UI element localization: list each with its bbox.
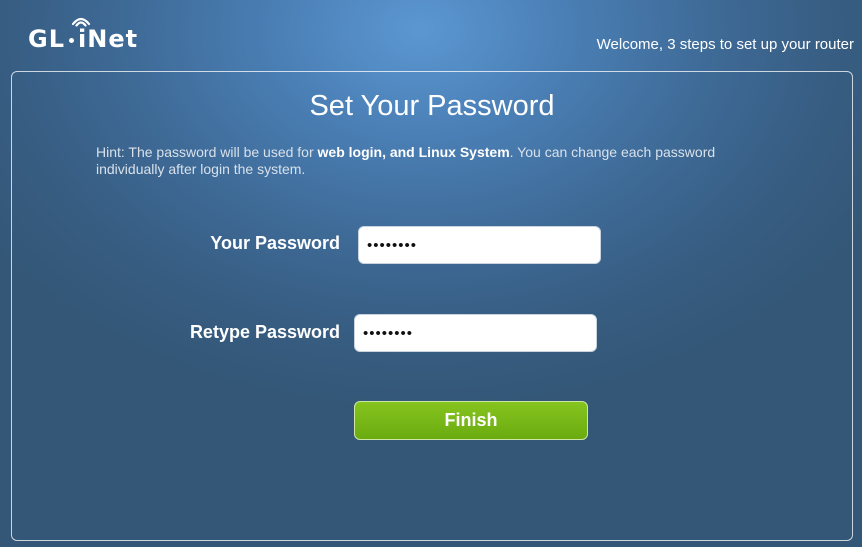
retype-password-input[interactable] xyxy=(354,314,597,352)
hint-bold: web login, and Linux System xyxy=(317,144,510,160)
password-input[interactable] xyxy=(358,226,601,264)
page-title: Set Your Password xyxy=(309,90,555,122)
password-hint: Hint: The password will be used for web … xyxy=(96,144,786,178)
retype-password-label: Retype Password xyxy=(189,322,340,342)
welcome-message: Welcome, 3 steps to set up your router xyxy=(596,36,854,53)
gl-inet-logo: GL iNet xyxy=(28,17,139,56)
wifi-icon xyxy=(71,17,91,27)
logo-dot xyxy=(69,38,74,43)
logo-inet-wrap: iNet xyxy=(71,17,139,56)
hint-prefix: Hint: The password will be used for xyxy=(96,144,318,160)
setup-panel: Set Your Password Hint: The password wil… xyxy=(11,71,853,541)
logo-text-gl: GL xyxy=(28,25,65,53)
password-label: Your Password xyxy=(210,233,340,253)
logo-text-inet: iNet xyxy=(78,25,139,53)
finish-button[interactable]: Finish xyxy=(354,401,588,440)
